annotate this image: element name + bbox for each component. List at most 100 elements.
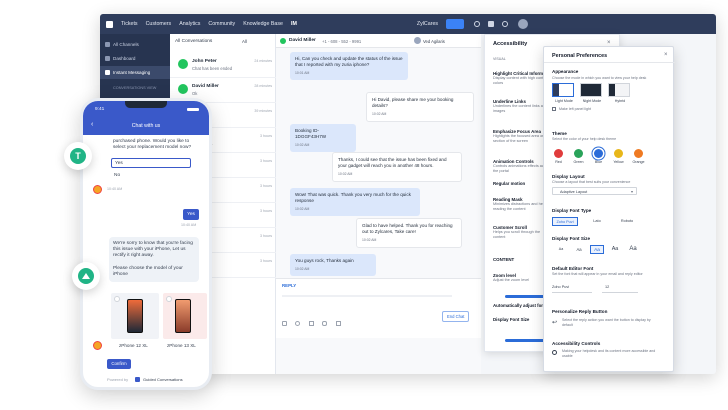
powered-by-name: Guided Conversations <box>143 377 183 382</box>
notification-icon[interactable] <box>488 21 495 27</box>
font-size-heading: Display Font Size <box>552 236 591 241</box>
sidebar-item-all-channels[interactable]: All Channels <box>100 38 170 51</box>
radio-button[interactable] <box>166 296 172 302</box>
brand-selector[interactable]: ZylCares <box>417 21 438 27</box>
sidebar-item-dashboard[interactable]: Dashboard <box>100 52 170 65</box>
conversation-time: 3 hours <box>260 234 272 238</box>
attach-icon[interactable] <box>282 321 287 326</box>
status-time: 9:41 <box>95 107 105 112</box>
accessibility-title: Accessibility <box>493 41 528 47</box>
phone-product-image <box>175 299 191 333</box>
mode-night-label: Night Mode <box>582 99 602 103</box>
radio-button[interactable] <box>114 296 120 302</box>
conversation-time: 3 hours <box>260 159 272 163</box>
mode-light[interactable] <box>552 83 574 97</box>
reply-editor[interactable]: REPLY End Chat <box>276 278 481 338</box>
article-icon[interactable] <box>335 321 341 326</box>
theme-label: Green <box>573 160 584 164</box>
nav-analytics[interactable]: Analytics <box>179 21 200 27</box>
image-icon[interactable] <box>308 321 314 326</box>
editor-toolbar <box>282 313 362 326</box>
conversation-time: 3 hours <box>260 259 272 263</box>
product-card-zphone-13[interactable] <box>163 293 207 339</box>
theme-swatch[interactable] <box>634 149 643 158</box>
nav-customers[interactable]: Customers <box>146 21 172 27</box>
agent-name[interactable]: Ved Agilaris <box>423 39 445 44</box>
font-option-roboto[interactable]: Roboto <box>614 217 640 226</box>
search-icon[interactable] <box>474 21 481 27</box>
font-option-puvi[interactable]: Zoho Puvi <box>552 217 578 226</box>
theme-swatch[interactable] <box>594 149 603 158</box>
image-bubble[interactable] <box>72 262 100 290</box>
mode-hybrid[interactable] <box>608 83 630 97</box>
product-card-zphone-12[interactable] <box>111 293 159 339</box>
reply-icon: ↩ <box>552 320 558 326</box>
font-type-heading: Display Font Type <box>552 208 592 213</box>
font-size-slider[interactable] <box>505 339 545 342</box>
signal-icon <box>187 108 199 111</box>
mode-preview <box>553 84 559 96</box>
agent-avatar <box>414 37 421 44</box>
phone-product-image <box>127 299 143 333</box>
product-label-13: zPhone 13 XL <box>167 343 196 348</box>
chevron-down-icon: ▾ <box>630 189 633 194</box>
message-time: 10:02 AM <box>295 267 310 271</box>
font-size-option[interactable]: Aa <box>590 245 604 254</box>
theme-swatch[interactable] <box>574 149 583 158</box>
layout-select[interactable]: Adaptive Layout ▾ <box>552 187 637 195</box>
default-font-size-select[interactable]: 12 <box>602 285 638 293</box>
settings-icon[interactable] <box>502 21 509 27</box>
theme-swatch[interactable] <box>554 149 563 158</box>
emoji-icon[interactable] <box>295 321 301 326</box>
confirm-button[interactable]: Confirm <box>107 359 131 369</box>
bot-message: purchased phone. Would you like to selec… <box>113 139 192 151</box>
translate-icon: T <box>70 148 86 164</box>
contact-avatar <box>178 84 188 94</box>
font-size-option[interactable]: Aa <box>626 245 640 254</box>
conversation-time: 3 hours <box>260 184 272 188</box>
default-font-description: Set the font that will appear in your em… <box>552 272 643 276</box>
conversation-time: 3 hours <box>260 209 272 213</box>
editor-placeholder-lines <box>282 295 452 297</box>
mode-preview <box>609 84 615 96</box>
font-size-option[interactable]: Aa <box>572 245 586 254</box>
reply-tab[interactable]: REPLY <box>282 283 296 288</box>
message-time: 10:02 AM <box>362 238 377 242</box>
nav-community[interactable]: Community <box>208 21 235 27</box>
message-time: 10:02 AM <box>338 172 353 176</box>
sidebar-item-instant-messaging[interactable]: Instant Messaging <box>100 66 170 79</box>
theme-label: Blue <box>594 160 603 164</box>
nav-tickets[interactable]: Tickets <box>121 21 138 27</box>
translate-bubble[interactable]: T <box>64 142 92 170</box>
chat-pane: David Miller +1 - 608 - 552 - 9991 Ved A… <box>276 34 481 374</box>
theme-swatch[interactable] <box>614 149 623 158</box>
close-icon[interactable]: × <box>664 52 668 58</box>
image-icon-mountain <box>82 273 90 279</box>
message-time: 10:40 AM <box>181 223 197 227</box>
font-size-option[interactable]: Aa <box>608 245 622 254</box>
panel-light-checkbox[interactable] <box>552 107 556 111</box>
font-size-option[interactable]: Aa <box>554 245 568 254</box>
chat-widget-header: 9:41 ‹ Chat with us <box>83 101 209 135</box>
bot-message: We're sorry to know that you're facing t… <box>109 237 199 283</box>
conversation-filter[interactable]: All <box>242 39 247 44</box>
mode-night[interactable] <box>580 83 602 97</box>
link-icon[interactable] <box>322 321 328 326</box>
conversation-name: David Miller <box>192 84 219 89</box>
mode-hybrid-label: Hybrid <box>614 99 626 103</box>
default-font-select[interactable]: Zoho Puvi <box>552 285 592 293</box>
reply-button-heading: Personalize Reply Button <box>552 309 608 314</box>
nav-knowledge-base[interactable]: Knowledge Base <box>243 21 283 27</box>
user-avatar[interactable] <box>518 19 529 29</box>
option-yes[interactable]: Yes <box>111 158 191 168</box>
nav-im[interactable]: IM <box>291 21 297 27</box>
guided-conversations-icon <box>135 377 140 382</box>
end-chat-button[interactable]: End Chat <box>442 311 470 322</box>
zoom-slider[interactable] <box>505 295 545 298</box>
option-no[interactable]: No <box>111 171 191 181</box>
conversation-row[interactable]: John Peter Chat has been ended 24 minutes <box>170 54 276 78</box>
font-option-lato[interactable]: Lato <box>584 217 610 226</box>
customer-message: Wow! That was quick. Thank you very much… <box>290 188 420 216</box>
add-button[interactable] <box>446 19 465 29</box>
channel-icon <box>105 42 110 47</box>
